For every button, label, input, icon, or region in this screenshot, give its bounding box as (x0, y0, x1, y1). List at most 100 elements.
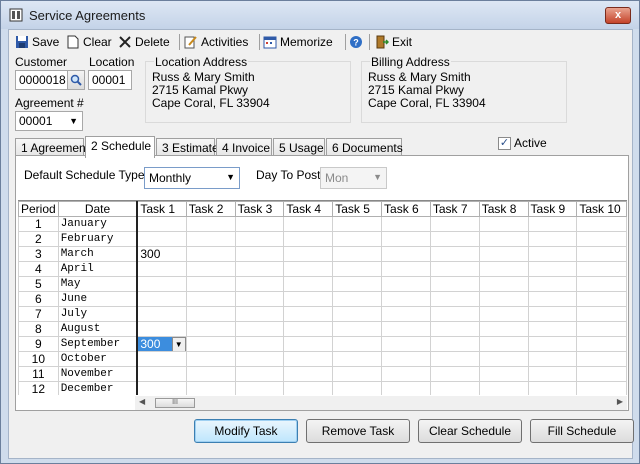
task-cell[interactable] (429, 321, 480, 337)
table-row[interactable]: 12 December (18, 381, 627, 395)
task-cell[interactable] (527, 246, 578, 262)
task-cell[interactable] (283, 231, 334, 247)
task-cell[interactable] (283, 336, 334, 352)
scroll-left-icon[interactable]: ◀ (139, 397, 145, 406)
task-cell[interactable] (478, 231, 529, 247)
task-cell[interactable] (429, 291, 480, 307)
modify-task-button[interactable]: Modify Task (194, 419, 298, 443)
task-cell[interactable] (576, 216, 627, 232)
task-cell[interactable] (136, 291, 187, 307)
task-cell[interactable] (381, 276, 431, 292)
task-cell[interactable] (429, 351, 480, 367)
task-cell[interactable] (234, 366, 285, 382)
task-cell[interactable] (136, 261, 187, 277)
task-cell[interactable] (185, 246, 236, 262)
task-cell[interactable] (332, 366, 383, 382)
task-cell[interactable] (283, 246, 334, 262)
task-cell[interactable] (185, 336, 236, 352)
task-column-header[interactable]: Task 1 (136, 201, 187, 217)
task-cell[interactable] (527, 291, 578, 307)
task-column-header[interactable]: Task 4 (283, 201, 334, 217)
table-row[interactable]: 3 March 300 (18, 246, 627, 262)
task-cell[interactable] (429, 336, 480, 352)
chevron-down-icon[interactable]: ▼ (171, 337, 186, 351)
task-cell[interactable] (381, 306, 431, 322)
task-cell[interactable] (332, 231, 383, 247)
task-cell[interactable] (381, 246, 431, 262)
task-cell[interactable] (332, 291, 383, 307)
task-cell[interactable] (185, 351, 236, 367)
task-column-header[interactable]: Task 3 (234, 201, 285, 217)
task-cell[interactable] (478, 321, 529, 337)
task-cell[interactable] (234, 276, 285, 292)
task-cell[interactable] (478, 261, 529, 277)
task-cell[interactable] (234, 336, 285, 352)
task-column-header[interactable]: Task 2 (185, 201, 236, 217)
period-column-header[interactable]: Period (18, 201, 59, 217)
task-cell[interactable] (429, 366, 480, 382)
horizontal-scrollbar[interactable]: ◀ III ▶ (135, 396, 627, 410)
task-cell[interactable] (478, 351, 529, 367)
delete-button[interactable]: Delete (118, 33, 170, 51)
task-cell[interactable] (283, 306, 334, 322)
task-cell[interactable] (478, 336, 529, 352)
save-button[interactable]: Save (15, 33, 59, 51)
task-cell[interactable] (576, 261, 627, 277)
task-cell[interactable] (185, 381, 236, 395)
fill-schedule-button[interactable]: Fill Schedule (530, 419, 634, 443)
default-schedule-type-dropdown[interactable]: Monthly ▼ (144, 167, 240, 189)
task-cell[interactable] (478, 276, 529, 292)
task-cell[interactable] (234, 306, 285, 322)
task-cell[interactable] (576, 321, 627, 337)
task-cell[interactable] (429, 276, 480, 292)
task-cell[interactable] (429, 216, 480, 232)
task-cell[interactable] (185, 216, 236, 232)
task-cell[interactable] (234, 291, 285, 307)
task-cell[interactable] (332, 246, 383, 262)
scroll-right-icon[interactable]: ▶ (617, 397, 623, 406)
task-cell[interactable] (429, 231, 480, 247)
task-column-header[interactable]: Task 9 (527, 201, 578, 217)
task-cell[interactable] (185, 306, 236, 322)
task-cell[interactable] (136, 231, 187, 247)
task-column-header[interactable]: Task 6 (381, 201, 431, 217)
task-cell[interactable] (136, 276, 187, 292)
task-column-header[interactable]: Task 7 (429, 201, 480, 217)
activities-button[interactable]: Activities (184, 33, 248, 51)
task-cell[interactable] (136, 366, 187, 382)
table-row[interactable]: 10 October (18, 351, 627, 367)
task-cell[interactable] (527, 276, 578, 292)
task-cell[interactable] (478, 366, 529, 382)
task-cell[interactable] (283, 366, 334, 382)
tab-schedule[interactable]: 2 Schedule (85, 136, 155, 158)
task-cell[interactable] (234, 261, 285, 277)
customer-lookup-button[interactable] (67, 70, 85, 90)
task-cell[interactable] (234, 231, 285, 247)
task-cell[interactable] (527, 381, 578, 395)
task-cell[interactable] (283, 216, 334, 232)
clear-schedule-button[interactable]: Clear Schedule (418, 419, 522, 443)
task-cell[interactable] (332, 351, 383, 367)
task-cell[interactable] (136, 216, 187, 232)
task-cell[interactable] (576, 351, 627, 367)
task-cell[interactable] (576, 306, 627, 322)
task-cell[interactable] (381, 366, 431, 382)
task-cell-editor[interactable]: 300 ▼ (136, 336, 187, 352)
table-row[interactable]: 9 September 300 ▼ (18, 336, 627, 352)
date-column-header[interactable]: Date (57, 201, 139, 217)
task-cell[interactable]: 300 (136, 246, 187, 262)
task-cell[interactable] (478, 306, 529, 322)
table-row[interactable]: 5 May (18, 276, 627, 292)
task-cell[interactable] (234, 246, 285, 262)
task-cell[interactable] (381, 351, 431, 367)
task-cell[interactable] (185, 321, 236, 337)
task-cell[interactable] (332, 306, 383, 322)
task-cell[interactable] (332, 336, 383, 352)
task-cell[interactable] (283, 261, 334, 277)
table-row[interactable]: 4 April (18, 261, 627, 277)
table-row[interactable]: 2 February (18, 231, 627, 247)
task-cell[interactable] (332, 216, 383, 232)
task-cell[interactable] (576, 291, 627, 307)
exit-button[interactable]: Exit (375, 33, 412, 51)
task-cell[interactable] (332, 276, 383, 292)
